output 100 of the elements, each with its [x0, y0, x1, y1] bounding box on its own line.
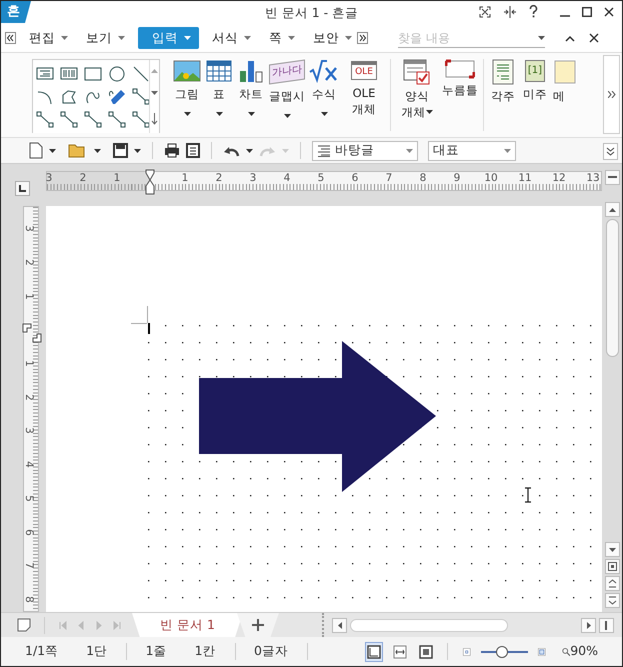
- connector-icon[interactable]: [131, 109, 151, 130]
- connector-icon[interactable]: [107, 109, 127, 130]
- ribbon-button[interactable]: OLE OLE 개체: [341, 59, 387, 131]
- collapse-icon[interactable]: [565, 34, 575, 42]
- scroll-left-icon[interactable]: [5, 32, 16, 44]
- caret-icon[interactable]: [216, 112, 222, 116]
- ribbon-button[interactable]: 각주: [487, 59, 519, 131]
- scroll-down-button[interactable]: [604, 542, 620, 557]
- ribbon-button[interactable]: [1] 미주: [519, 59, 551, 131]
- menu-tab[interactable]: 쪽: [264, 26, 300, 50]
- scroll-right-icon[interactable]: [357, 32, 368, 44]
- caret-icon[interactable]: [94, 148, 101, 152]
- help-icon[interactable]: [529, 5, 538, 18]
- connector-icon[interactable]: [83, 109, 103, 130]
- caret-icon[interactable]: [184, 112, 190, 116]
- undo-icon[interactable]: [223, 144, 240, 156]
- print-icon[interactable]: [164, 143, 180, 158]
- tab-stop-icon[interactable]: [15, 180, 30, 196]
- preview-icon[interactable]: [186, 143, 200, 158]
- ruler-number: 2: [80, 172, 86, 185]
- ribbon-button[interactable]: 가나다 글맵시: [267, 59, 307, 131]
- memo-icon[interactable]: [17, 618, 31, 632]
- menu-tab[interactable]: 편집: [24, 26, 73, 50]
- ruler-number: 3: [250, 172, 256, 185]
- more-icon[interactable]: [608, 91, 616, 98]
- view-mode-button[interactable]: [364, 642, 383, 662]
- zoom-slider-thumb[interactable]: [496, 646, 508, 658]
- font-dropdown[interactable]: 대표: [428, 140, 516, 160]
- connector-icon[interactable]: [59, 109, 79, 130]
- close-icon[interactable]: [589, 33, 599, 43]
- ribbon-button[interactable]: 표: [203, 59, 235, 131]
- scroll-right-icon[interactable]: [586, 622, 590, 628]
- scroll-left-button[interactable]: [332, 618, 347, 632]
- ribbon-button[interactable]: 수식: [307, 59, 341, 131]
- document-page[interactable]: [46, 206, 602, 612]
- app-logo[interactable]: 흔: [1, 1, 31, 23]
- save-icon[interactable]: [113, 143, 128, 158]
- formula-icon: [309, 59, 339, 83]
- fullscreen-icon[interactable]: [479, 6, 491, 18]
- table-icon: [206, 59, 232, 83]
- scrollbar-thumb[interactable]: [350, 618, 508, 632]
- next-page-icon[interactable]: [608, 596, 616, 605]
- ribbon-button[interactable]: 그림: [171, 59, 203, 131]
- scrollbar-thumb[interactable]: [606, 219, 618, 357]
- scroll-end-button[interactable]: [599, 618, 614, 632]
- vertical-ruler[interactable]: 3 2 1 1 2 3 4 5 6 7 8: [22, 206, 38, 612]
- margin-marker-icon[interactable]: [22, 323, 32, 333]
- scroll-up-button[interactable]: [604, 202, 620, 217]
- new-document-icon[interactable]: [29, 142, 43, 159]
- scroll-right-button[interactable]: [581, 618, 596, 632]
- ribbon-button[interactable]: 양식 개체: [394, 59, 440, 131]
- previous-page-icon[interactable]: [608, 579, 616, 588]
- maximize-icon[interactable]: [582, 6, 592, 16]
- end-bar-icon[interactable]: [605, 620, 608, 630]
- expand-gallery-icon[interactable]: [151, 113, 158, 125]
- menu-tab[interactable]: 보기: [81, 26, 130, 50]
- caret-icon[interactable]: [49, 148, 56, 152]
- scroll-up-icon[interactable]: [608, 208, 616, 212]
- ruler-number: 2: [216, 172, 222, 185]
- ribbon-button[interactable]: 누름틀: [440, 59, 480, 131]
- caret-icon[interactable]: [248, 112, 254, 116]
- next-page-button[interactable]: [604, 593, 620, 608]
- footnote-icon: [491, 59, 515, 85]
- scroll-down-icon[interactable]: [151, 91, 158, 95]
- menu-tab[interactable]: 보안: [308, 26, 357, 50]
- connector-icon[interactable]: [35, 109, 55, 130]
- page-view-button[interactable]: [604, 559, 620, 574]
- split-button[interactable]: [604, 170, 620, 185]
- ruler-number: 5: [318, 172, 324, 185]
- zoom-percent: 90%: [570, 642, 599, 660]
- style-dropdown[interactable]: 바탕글: [312, 140, 418, 160]
- menu-tab[interactable]: 입력: [138, 26, 199, 50]
- add-tab-icon[interactable]: [252, 619, 264, 631]
- split-view-icon[interactable]: [503, 6, 517, 18]
- split-bar-icon[interactable]: [608, 176, 616, 179]
- caret-icon[interactable]: [134, 148, 141, 152]
- scroll-down-icon[interactable]: [608, 548, 616, 552]
- close-icon[interactable]: [604, 6, 614, 16]
- caret-icon[interactable]: [284, 114, 290, 118]
- ribbon-button[interactable]: 차트: [235, 59, 267, 131]
- ribbon-button[interactable]: 메: [551, 59, 577, 131]
- right-arrow-shape[interactable]: [199, 341, 436, 492]
- caret-icon[interactable]: [246, 148, 253, 152]
- window-title: 빈 문서 1 - 흔글: [264, 5, 358, 20]
- ruler-number: 1: [21, 293, 34, 300]
- scroll-left-icon[interactable]: [338, 622, 342, 628]
- caret-icon[interactable]: [320, 112, 328, 116]
- form-icon: [403, 59, 431, 85]
- caret-icon[interactable]: [426, 110, 432, 114]
- margin-marker-icon[interactable]: [32, 333, 42, 343]
- search-field[interactable]: 찾을 내용: [398, 28, 538, 46]
- menu-tab[interactable]: 서식: [207, 26, 256, 50]
- previous-page-button[interactable]: [604, 576, 620, 591]
- connector-icon[interactable]: [131, 86, 151, 107]
- status-text: 1/1쪽: [24, 642, 60, 660]
- caret-icon[interactable]: [538, 36, 545, 40]
- crop-mark: [130, 306, 148, 324]
- framed-square-icon[interactable]: [608, 562, 616, 571]
- expand-toolbar-icon[interactable]: [603, 142, 618, 160]
- bar-chart-icon: [238, 59, 264, 83]
